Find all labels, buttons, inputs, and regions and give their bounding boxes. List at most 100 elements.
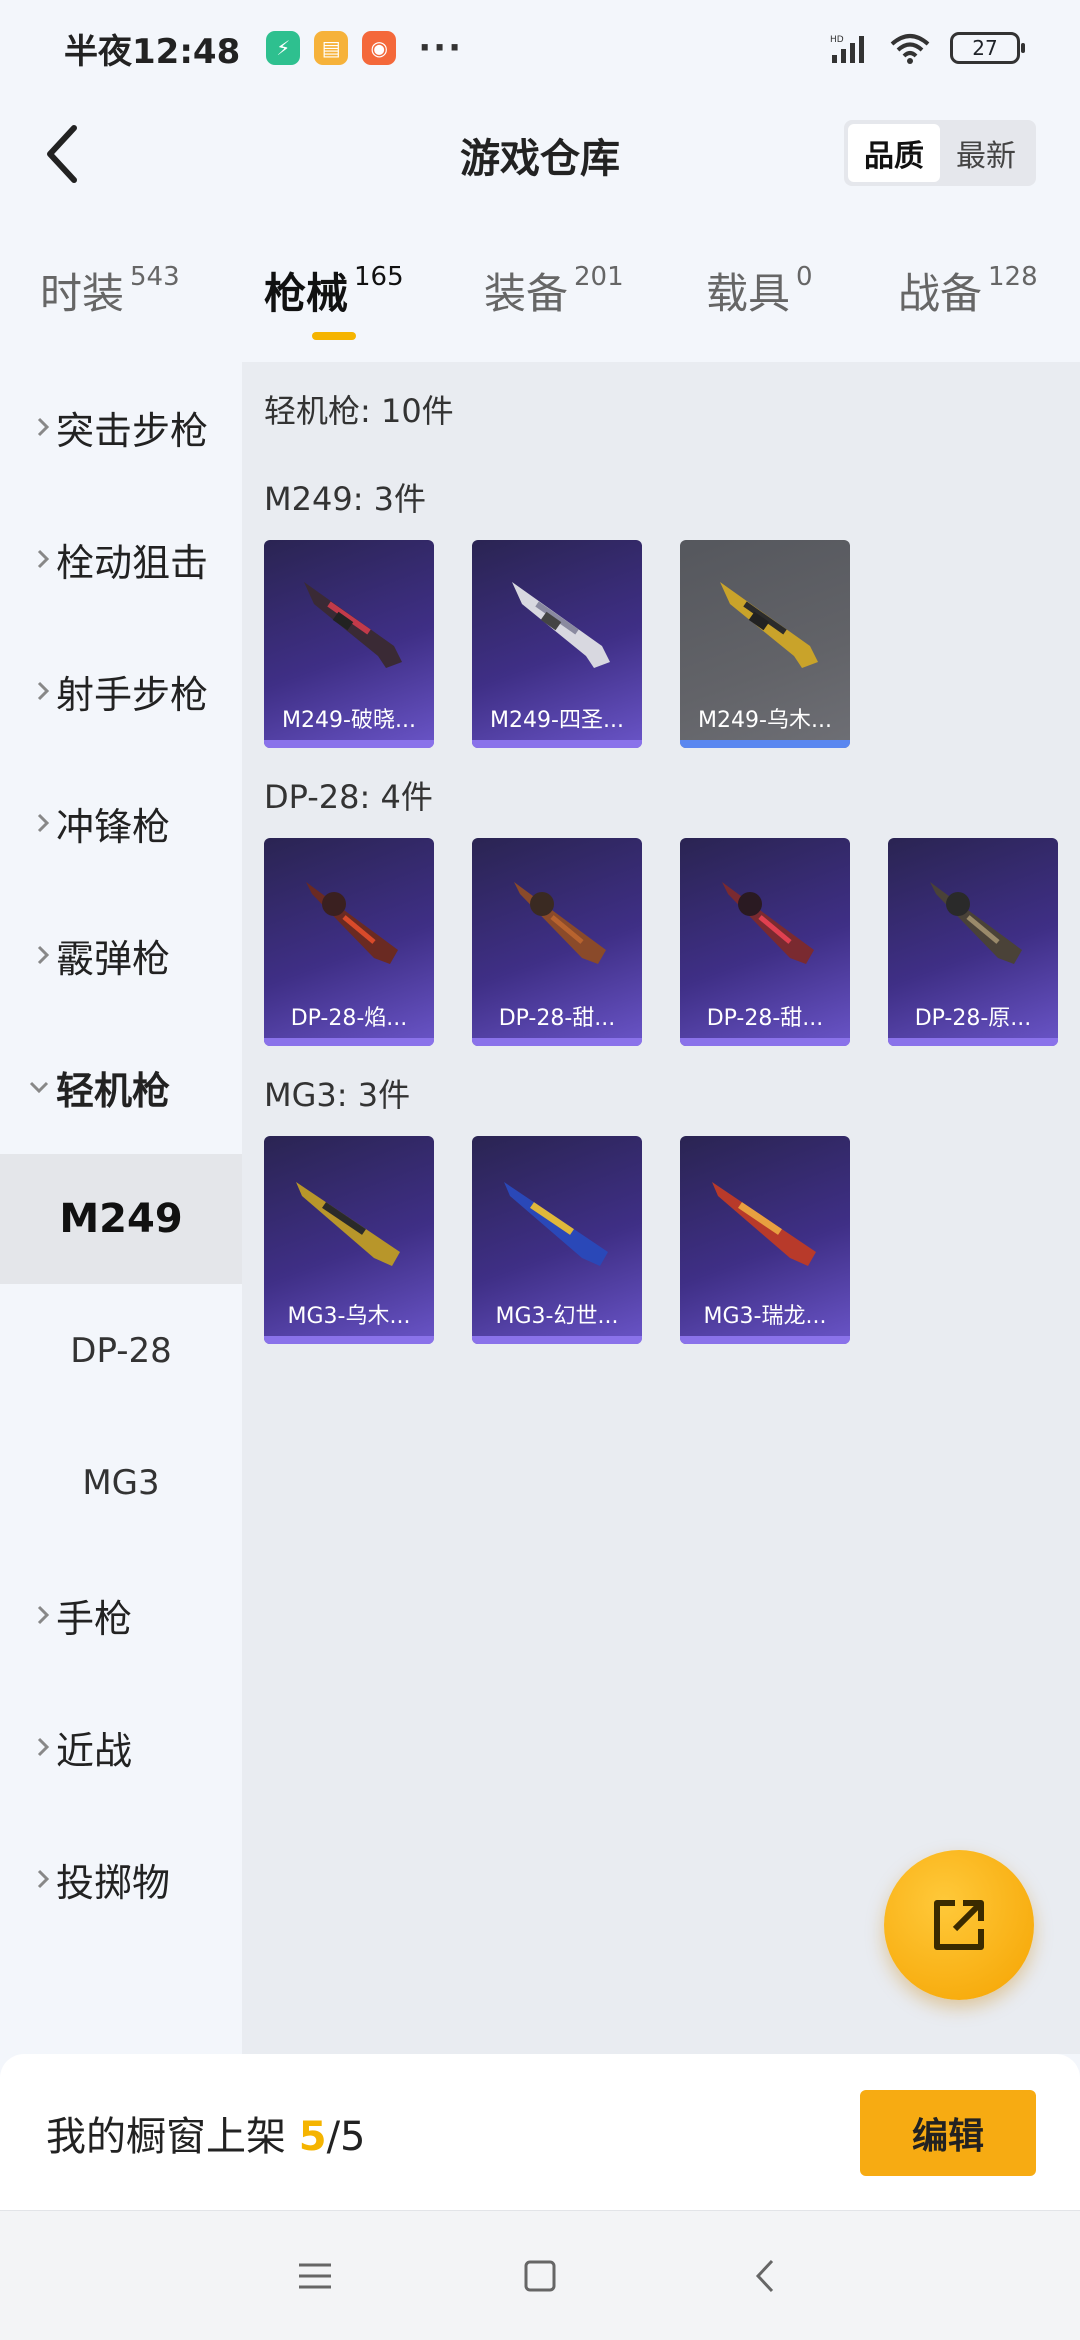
item-name: DP-28-甜... xyxy=(706,1006,824,1031)
item-name: DP-28-焰... xyxy=(290,1006,408,1031)
sidebar-item-label: 射手步枪 xyxy=(56,672,209,717)
tab-vehicles[interactable]: 载具 0 xyxy=(706,260,813,321)
battery-icon: 27 xyxy=(950,32,1025,64)
sidebar-sub-mg3[interactable]: MG3 xyxy=(0,1418,242,1548)
sidebar-item-label: 突击步枪 xyxy=(56,408,209,453)
signal-icon: HD xyxy=(830,35,864,63)
item-card[interactable]: MG3-乌木... xyxy=(264,1136,434,1344)
tab-firearms[interactable]: 枪械 165 xyxy=(264,260,404,321)
rarity-bar xyxy=(680,1336,850,1344)
showcase-total-count: /5 xyxy=(326,2114,366,2160)
sort-toggle: 品质 最新 xyxy=(844,120,1036,186)
group-title-m249: M249: 3件 xyxy=(264,480,427,518)
inventory-content: 轻机枪: 10件 M249: 3件 M249-破晓... M249-四圣... … xyxy=(242,362,1080,2054)
rarity-bar xyxy=(472,1336,642,1344)
rarity-bar xyxy=(472,740,642,748)
item-name: M249-破晓... xyxy=(282,708,416,733)
home-icon xyxy=(524,2260,556,2292)
gun-image xyxy=(304,582,402,668)
sidebar-item-label: 霰弹枪 xyxy=(56,936,171,981)
tab-count: 128 xyxy=(988,262,1038,292)
sidebar-item-label: 近战 xyxy=(56,1728,133,1773)
item-name: M249-乌木... xyxy=(698,708,832,733)
back-nav-button[interactable] xyxy=(730,2241,800,2311)
tab-fashion[interactable]: 时装 543 xyxy=(40,260,180,321)
tab-supplies[interactable]: 战备 128 xyxy=(898,260,1038,321)
sidebar-item-smg[interactable]: 冲锋枪 xyxy=(0,758,242,888)
gun-image xyxy=(306,882,398,964)
item-name: MG3-乌木... xyxy=(287,1304,411,1329)
gun-image xyxy=(514,882,606,964)
item-name: MG3-瑞龙... xyxy=(703,1304,827,1329)
group-title-dp28: DP-28: 4件 xyxy=(264,778,433,816)
sidebar-item-label: 轻机枪 xyxy=(56,1068,171,1113)
gun-image xyxy=(504,1182,608,1266)
tab-label: 载具 xyxy=(706,269,791,318)
item-card[interactable]: MG3-幻世... xyxy=(472,1136,642,1344)
chevron-right-icon xyxy=(0,1604,56,1626)
sidebar-item-shotgun[interactable]: 霰弹枪 xyxy=(0,890,242,1020)
rarity-bar xyxy=(264,1038,434,1046)
sidebar-item-melee[interactable]: 近战 xyxy=(0,1682,242,1812)
sidebar-item-bolt-sniper[interactable]: 栓动狙击 xyxy=(0,494,242,624)
item-card[interactable]: DP-28-原... xyxy=(888,838,1058,1046)
tab-count: 543 xyxy=(130,262,180,292)
sort-by-newest[interactable]: 最新 xyxy=(940,124,1032,182)
item-name: DP-28-甜... xyxy=(498,1006,616,1031)
menu-nav-button[interactable] xyxy=(280,2241,350,2311)
sidebar-item-throwable[interactable]: 投掷物 xyxy=(0,1814,242,1944)
tab-label: 时装 xyxy=(40,269,125,318)
sidebar-item-lmg[interactable]: 轻机枪 xyxy=(0,1022,242,1152)
rarity-bar xyxy=(680,740,850,748)
tab-label: 战备 xyxy=(898,269,983,318)
showcase-label: 我的橱窗上架 xyxy=(46,2114,286,2160)
item-card[interactable]: DP-28-焰... xyxy=(264,838,434,1046)
rarity-bar xyxy=(264,1336,434,1344)
sidebar-item-pistol[interactable]: 手枪 xyxy=(0,1550,242,1680)
tab-count: 165 xyxy=(354,262,404,292)
item-card[interactable]: DP-28-甜... xyxy=(680,838,850,1046)
status-bar: 半夜12:48 ⚡ ▤ ◉ ··· HD 27 xyxy=(0,0,1080,96)
status-right: HD 27 xyxy=(830,32,1025,64)
rarity-bar xyxy=(472,1038,642,1046)
rarity-bar xyxy=(264,740,434,748)
home-nav-button[interactable] xyxy=(505,2241,575,2311)
showcase-current-count: 5 xyxy=(298,2114,327,2160)
tab-label: 装备 xyxy=(484,269,569,318)
sort-by-quality[interactable]: 品质 xyxy=(848,124,940,182)
active-tab-indicator xyxy=(312,332,356,340)
item-card[interactable]: MG3-瑞龙... xyxy=(680,1136,850,1344)
sidebar-sub-m249[interactable]: M249 xyxy=(0,1154,242,1284)
battery-level: 27 xyxy=(972,36,998,60)
sidebar-item-marksman-rifle[interactable]: 射手步枪 xyxy=(0,626,242,756)
showcase-bar: 我的橱窗上架 5/5 编辑 xyxy=(0,2054,1080,2210)
chevron-right-icon xyxy=(0,416,56,438)
sidebar-item-label: 手枪 xyxy=(56,1596,133,1641)
share-fab-button[interactable] xyxy=(884,1850,1034,2000)
rarity-bar xyxy=(888,1038,1058,1046)
header: 游戏仓库 品质 最新 xyxy=(0,96,1080,212)
wifi-icon xyxy=(890,34,930,64)
svg-text:HD: HD xyxy=(830,35,844,45)
item-card[interactable]: M249-四圣... xyxy=(472,540,642,748)
gun-image xyxy=(512,582,610,668)
gun-image xyxy=(722,882,814,964)
item-card[interactable]: M249-破晓... xyxy=(264,540,434,748)
sidebar-item-assault-rifle[interactable]: 突击步枪 xyxy=(0,362,242,492)
item-card[interactable]: DP-28-甜... xyxy=(472,838,642,1046)
tab-equipment[interactable]: 装备 201 xyxy=(484,260,624,321)
group-title-mg3: MG3: 3件 xyxy=(264,1076,411,1114)
sidebar-sub-dp28[interactable]: DP-28 xyxy=(0,1286,242,1416)
weapon-type-sidebar: 突击步枪 栓动狙击 射手步枪 冲锋枪 霰弹枪 轻机枪 M249 DP-28 MG… xyxy=(0,362,242,2054)
chevron-right-icon xyxy=(0,680,56,702)
chevron-down-icon xyxy=(0,1080,56,1094)
item-name: DP-28-原... xyxy=(914,1006,1032,1031)
sidebar-item-label: 栓动狙击 xyxy=(56,540,209,585)
edit-button[interactable]: 编辑 xyxy=(860,2090,1036,2176)
gun-image xyxy=(930,882,1022,964)
item-card[interactable]: M249-乌木... xyxy=(680,540,850,748)
shop-app-icon: ◉ xyxy=(362,31,397,65)
sidebar-item-label: 投掷物 xyxy=(56,1860,171,1905)
rarity-bar xyxy=(680,1038,850,1046)
system-nav-bar xyxy=(0,2210,1080,2340)
